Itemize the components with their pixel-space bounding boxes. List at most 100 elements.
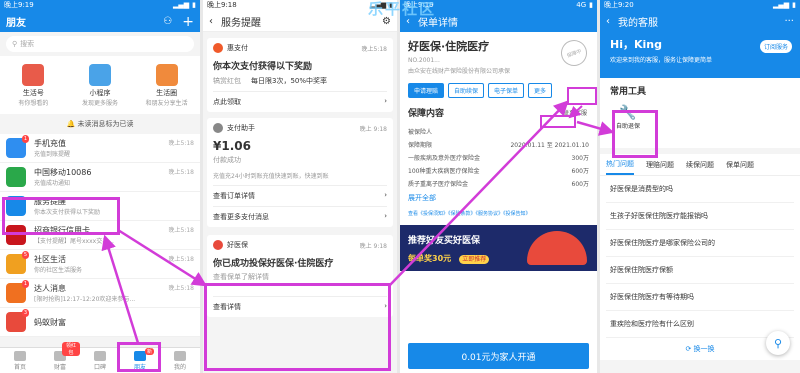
unread-badge: 5 — [21, 251, 29, 259]
coverage-row: 100种重大疾病医疗保险金 600万 — [400, 164, 597, 177]
friends-screen: 晚上9:19 ▂▄▆ ▮ 朋友 ⚇ + ⚲ 搜索 生活号 有你想看的 小程序 发现更多服务… — [0, 0, 200, 373]
status-bar: 晚上9:20 ▂▄▆ ▮ — [600, 0, 800, 11]
coverage-row: 被保险人 — [400, 125, 597, 138]
message-avatar-icon: 5 — [6, 251, 29, 274]
coverage-list: 被保险人 保障期限 2020.01.11 至 2021.01.10 一般疾病及意外医疗… — [400, 125, 597, 190]
my-service-screen: 晚上9:20 ▂▄▆ ▮ ‹ 我的客服 ··· Hi，King 欢迎来到我的客服，服… — [600, 0, 800, 373]
message-preview: 充值到账提醒 — [34, 151, 71, 158]
payment-assistant-icon — [213, 123, 223, 133]
wrench-icon: 🔧 — [619, 105, 637, 121]
insurer: 由众安在线财产保险股份有限公司承保 — [408, 68, 511, 75]
view-detail-link[interactable]: 查看详情 › — [213, 296, 387, 312]
coverage-row: 一般疾病及意外医疗保险金 300万 — [400, 151, 597, 164]
tile-mini-program[interactable]: 小程序 发现更多服务 — [72, 63, 128, 107]
page-title: 服务提醒 — [221, 17, 261, 29]
message-time: 晚上5:18 — [168, 256, 194, 263]
bottom-tabbar: 首页 财富 领红包 口碑 朋友新 我的 — [0, 342, 200, 373]
tab-badge: 新 — [144, 348, 154, 355]
mini-program-icon — [88, 63, 111, 86]
section-title: 保障内容 — [408, 109, 445, 119]
message-item[interactable]: 中国移动10086 充值成功通知 晚上5:18 — [0, 163, 200, 192]
back-icon[interactable]: ‹ — [606, 16, 610, 27]
tile-life-circle[interactable]: 生活圈 和朋友分享生活 — [139, 63, 195, 107]
tab-friends[interactable]: 朋友新 — [120, 348, 160, 373]
family-open-button[interactable]: 0.01元为家人开通 — [408, 343, 589, 369]
tile-life-account[interactable]: 生活号 有你想看的 — [5, 63, 61, 107]
faq-item[interactable]: 好医保住院医疗有等待期吗 — [606, 284, 794, 311]
more-button[interactable]: 更多 — [528, 83, 553, 98]
terms-links[interactable]: 查看《投保须知》《保险条款》《服务协议》《投保告知》 — [400, 206, 597, 221]
status-bar: 晚上9:19 ▂▄▆ ▮ — [0, 0, 200, 11]
message-item[interactable]: 1 达人消息 [限时抢购]12:17-12:20欢迎来参与... 晚上5:18 — [0, 279, 200, 308]
greeting-section: Hi，King 欢迎来到我的客服，服务让保障更简单 订阅服务 — [600, 32, 800, 78]
koubei-icon — [94, 351, 106, 361]
faq-item[interactable]: 好医保住院医疗是哪家保险公司的 — [606, 230, 794, 257]
coverage-value: 600万 — [571, 168, 589, 175]
message-time: 晚上5:18 — [168, 285, 194, 292]
tab-hot[interactable]: 热门问题 — [606, 155, 634, 175]
search-icon: ⚲ — [12, 40, 18, 48]
plus-icon[interactable]: + — [182, 14, 194, 30]
self-surrender-tool[interactable]: 🔧 自助退保 — [610, 105, 646, 130]
order-detail-link[interactable]: 查看订单详情 › — [213, 185, 387, 201]
contact-service-link[interactable]: 联系客服 — [561, 107, 589, 118]
search-input[interactable]: ⚲ 搜索 — [6, 36, 194, 52]
tab-policy[interactable]: 保单问题 — [726, 160, 754, 170]
tab-koubei[interactable]: 口碑 — [80, 348, 120, 373]
message-avatar-icon: 1 — [6, 135, 29, 158]
back-icon[interactable]: ‹ — [209, 16, 213, 27]
question-tabs: 热门问题 理赔问题 续保问题 保单问题 — [600, 154, 800, 176]
service-reminder-screen: 晚上9:18 ▂▄▆ ▮ ‹ 服务提醒 ⚙ 惠支付 晚上5:18 你本次支付获得以下奖… — [203, 0, 397, 373]
coverage-label: 被保险人 — [408, 129, 433, 136]
message-item[interactable]: 服务提醒 你本次支付获得以下奖励 — [0, 192, 200, 221]
more-payments-link[interactable]: 查看更多支付消息 › — [213, 206, 387, 222]
search-fab[interactable]: ⚲ — [766, 331, 790, 355]
coverage-label: 一般疾病及意外医疗保险金 — [408, 155, 481, 162]
coverage-value: 300万 — [571, 155, 589, 162]
referral-banner[interactable]: 推荐好友买好医保 每单奖30元 立即推荐 — [400, 225, 597, 271]
faq-item[interactable]: 好医保住院医疗保额 — [606, 257, 794, 284]
add-contact-icon[interactable]: ⚇ — [163, 16, 172, 27]
auto-renew-button[interactable]: 自助续保 — [448, 83, 485, 98]
faq-item[interactable]: 重疾险和医疗险有什么区别 — [606, 311, 794, 338]
refer-now-button[interactable]: 立即推荐 — [459, 255, 490, 264]
message-item[interactable]: 3 蚂蚁财富 — [0, 308, 200, 337]
more-icon[interactable]: ··· — [784, 16, 794, 27]
message-item[interactable]: 5 社区生活 你的社区生活服务 晚上5:18 — [0, 250, 200, 279]
insurance-card: 好医保 晚上 9:18 你已成功投保好医保·住院医疗 查看保单了解详情 查看详情 › — [207, 235, 393, 317]
message-avatar-icon — [6, 196, 26, 216]
shortcut-tiles: 生活号 有你想看的 小程序 发现更多服务 生活圈 和朋友分享生活 — [0, 56, 200, 114]
policy-detail-screen: 晚上9:19 4G ▮ ‹ 保单详情 好医保·住院医疗 NO.2001... 由众安… — [400, 0, 597, 373]
claim-button[interactable]: 申请理赔 — [408, 83, 445, 98]
message-item[interactable]: 招商银行信用卡 【支付提醒】尾号xxxx交易... 晚上5:18 — [0, 221, 200, 250]
life-circle-icon — [155, 63, 178, 86]
tools-title: 常用工具 — [610, 87, 647, 97]
red-packet-badge: 领红包 — [62, 342, 80, 356]
e-policy-button[interactable]: 电子保单 — [488, 83, 525, 98]
tab-wealth[interactable]: 财富 领红包 — [40, 342, 80, 373]
page-title: 我的客服 — [618, 18, 658, 29]
tab-claim[interactable]: 理赔问题 — [646, 160, 674, 170]
unread-badge: 1 — [21, 280, 29, 288]
message-item[interactable]: 1 手机充值 充值到账提醒 晚上5:18 — [0, 134, 200, 163]
unread-badge: 1 — [21, 135, 29, 143]
refresh-icon: ⟳ — [685, 345, 692, 353]
tab-home[interactable]: 首页 — [0, 348, 40, 373]
subscribe-button[interactable]: 订阅服务 — [759, 40, 792, 53]
faq-item[interactable]: 生孩子好医保住院医疗能报销吗 — [606, 203, 794, 230]
message-title: 蚂蚁财富 — [34, 317, 66, 327]
message-time: 晚上5:18 — [168, 227, 194, 234]
tab-renew[interactable]: 续保问题 — [686, 160, 714, 170]
message-avatar-icon — [6, 225, 26, 245]
watermark: 乐平社区 — [368, 0, 437, 18]
message-preview: 【支付提醒】尾号xxxx交易... — [34, 238, 114, 245]
tab-me[interactable]: 我的 — [160, 348, 200, 373]
coverage-row: 质子重离子医疗保险金 600万 — [400, 177, 597, 190]
faq-item[interactable]: 好医保是消费型的吗 — [606, 176, 794, 203]
hao-yibao-icon — [213, 240, 223, 250]
mark-read-bar[interactable]: 🔔 未读消息标为已读 — [0, 114, 200, 134]
message-preview: 充值成功通知 — [34, 180, 71, 187]
coverage-label: 质子重离子医疗保险金 — [408, 181, 469, 188]
expand-all-link[interactable]: 展开全部 — [400, 190, 597, 206]
claim-link[interactable]: 点此领取 › — [213, 91, 387, 107]
